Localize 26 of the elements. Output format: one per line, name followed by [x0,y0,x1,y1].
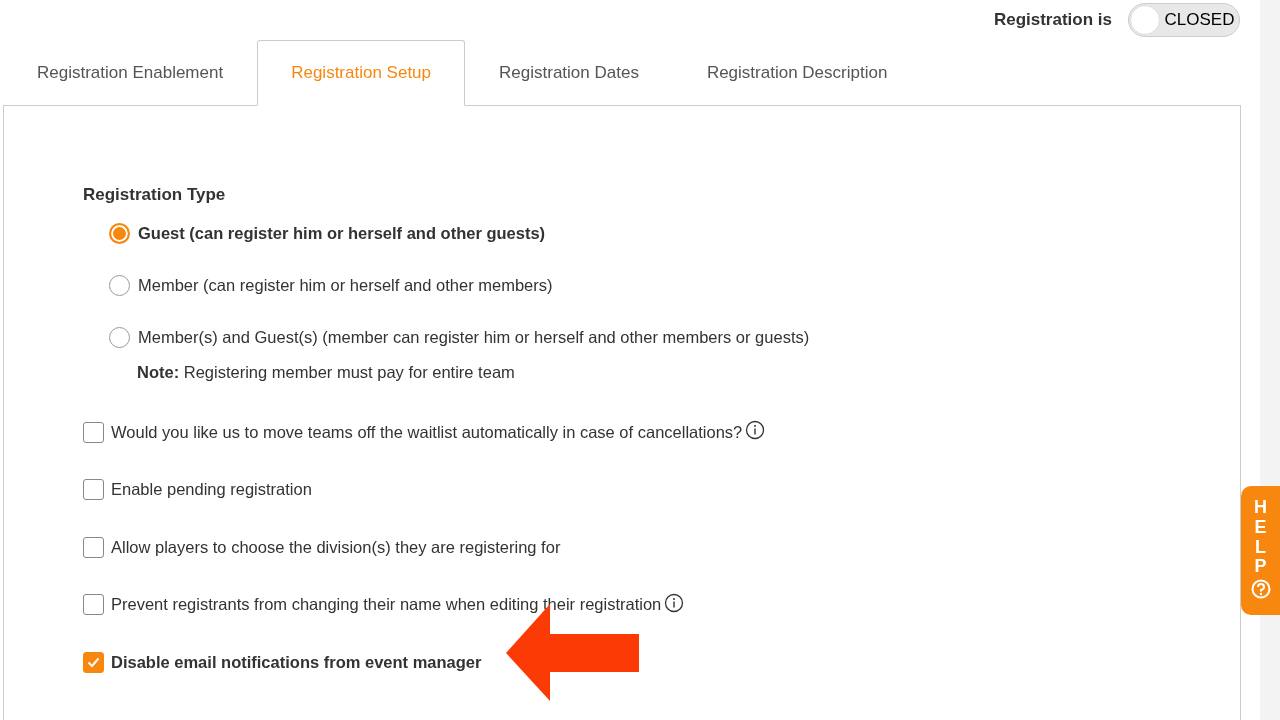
checkbox[interactable] [83,651,104,673]
checkbox-label[interactable]: Would you like us to move teams off the waitlist automatically in case of cancellations? [111,419,743,445]
radio-button[interactable] [109,327,130,348]
checkbox[interactable] [83,536,104,558]
radio-button[interactable] [109,223,130,244]
status-toggle[interactable]: CLOSED [1128,3,1240,37]
note-text: Note: Registering member must pay for entire team [137,362,515,381]
radio-label[interactable]: Member(s) and Guest(s) (member can register him or herself and other members or guests) [138,325,810,350]
check-icon [87,656,100,668]
help-icon[interactable] [1250,579,1271,600]
status-label: Registration is [993,9,1112,32]
checkbox[interactable] [83,421,104,443]
checkbox-label[interactable]: Disable email notifications from event manager [111,649,482,675]
checkbox-label[interactable]: Enable pending registration [111,477,312,503]
tab[interactable]: Registration Dates [465,40,673,106]
checkbox[interactable] [83,594,104,616]
radio-label[interactable]: Member (can register him or herself and other members) [138,273,553,298]
radio-button[interactable] [109,275,130,296]
checkbox[interactable] [83,479,104,501]
radio-label[interactable]: Guest (can register him or herself and other guests) [138,221,546,246]
tab[interactable]: Registration Description [672,40,922,106]
section-heading: Registration Type [83,184,227,206]
info-icon[interactable] [664,592,685,613]
checkbox-label[interactable]: Allow players to choose the division(s) they are registering for [111,534,561,560]
tab[interactable]: Registration Enablement [3,40,258,106]
info-icon[interactable] [745,420,766,441]
